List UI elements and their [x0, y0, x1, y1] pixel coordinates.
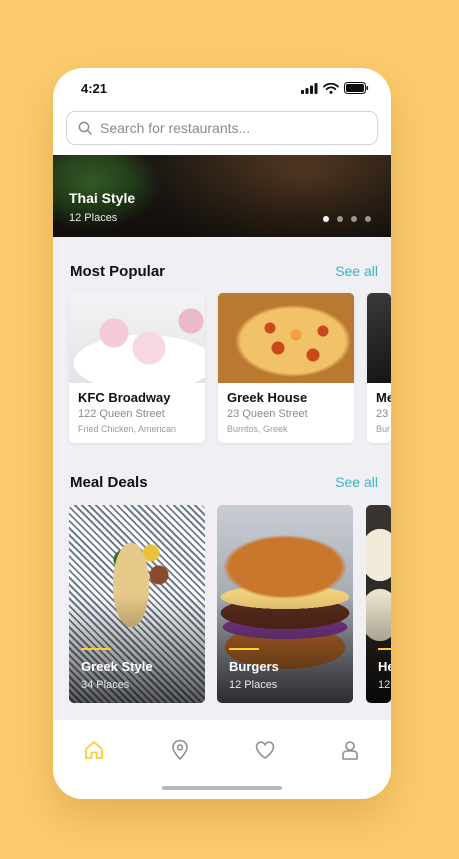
meal-places: 12 Places — [229, 679, 278, 691]
search-bar[interactable]: Search for restaurants... — [66, 111, 378, 145]
home-indicator[interactable] — [162, 786, 282, 790]
status-bar: 4:21 — [53, 68, 391, 108]
section-header-most-popular: Most Popular See all — [70, 263, 378, 280]
restaurant-card[interactable]: Me 23 Bur — [367, 293, 391, 443]
tab-favorites[interactable] — [245, 730, 285, 770]
phone-frame: 4:21 Search for restaurants... Thai Styl… — [53, 68, 391, 799]
restaurant-address: 122 Queen Street — [78, 408, 165, 420]
restaurant-image — [69, 293, 205, 383]
hero-title: Thai Style — [69, 190, 136, 206]
location-pin-icon — [172, 739, 188, 760]
hero-subtitle: 12 Places — [69, 212, 118, 224]
restaurant-name: Greek House — [227, 390, 308, 405]
restaurant-name: Me — [376, 390, 391, 405]
restaurant-address: 23 — [376, 408, 389, 420]
carousel-dot[interactable] — [337, 216, 343, 222]
battery-icon — [344, 82, 369, 94]
restaurant-address: 23 Queen Street — [227, 408, 308, 420]
restaurant-card[interactable]: Greek House 23 Queen Street Burritos, Gr… — [218, 293, 354, 443]
carousel-dots[interactable] — [323, 216, 371, 222]
accent-line — [378, 648, 391, 650]
restaurant-name: KFC Broadway — [78, 390, 171, 405]
carousel-dot[interactable] — [323, 216, 329, 222]
restaurant-tags: Burritos, Greek — [227, 424, 288, 434]
section-title: Most Popular — [70, 263, 166, 280]
meal-name: Greek Style — [81, 659, 153, 674]
restaurant-tags: Bur — [376, 424, 391, 434]
profile-icon — [342, 741, 358, 760]
tab-profile[interactable] — [330, 730, 370, 770]
meal-deal-card[interactable]: Greek Style 34 Places — [69, 505, 205, 703]
hero-carousel[interactable]: Thai Style 12 Places — [53, 155, 391, 237]
scroll-content[interactable]: Thai Style 12 Places Most Popular See al… — [53, 155, 391, 720]
meal-places: 34 Places — [81, 679, 130, 691]
heart-icon — [255, 741, 275, 759]
search-icon — [78, 121, 92, 135]
meal-name: He — [378, 659, 391, 674]
carousel-dot[interactable] — [351, 216, 357, 222]
carousel-dot[interactable] — [365, 216, 371, 222]
signal-icon — [301, 82, 318, 94]
meal-places: 12 — [378, 679, 391, 691]
accent-line — [81, 648, 111, 650]
wifi-icon — [323, 82, 339, 94]
accent-line — [229, 648, 259, 650]
status-icons — [301, 82, 369, 94]
tab-map[interactable] — [160, 730, 200, 770]
tab-home[interactable] — [74, 730, 114, 770]
status-time: 4:21 — [81, 80, 108, 96]
see-all-link[interactable]: See all — [335, 474, 378, 490]
restaurant-image — [367, 293, 391, 383]
home-icon — [85, 741, 103, 759]
meal-deals-row[interactable]: Greek Style 34 Places Burgers 12 Places … — [69, 505, 391, 703]
meal-deal-card[interactable]: He 12 — [366, 505, 391, 703]
see-all-link[interactable]: See all — [335, 263, 378, 279]
search-placeholder: Search for restaurants... — [100, 120, 251, 136]
meal-name: Burgers — [229, 659, 279, 674]
section-title: Meal Deals — [70, 474, 148, 491]
most-popular-row[interactable]: KFC Broadway 122 Queen Street Fried Chic… — [69, 293, 391, 443]
section-header-meal-deals: Meal Deals See all — [70, 474, 378, 491]
restaurant-image — [218, 293, 354, 383]
search-input[interactable]: Search for restaurants... — [66, 111, 378, 145]
restaurant-tags: Fried Chicken, American — [78, 424, 177, 434]
meal-deal-card[interactable]: Burgers 12 Places — [217, 505, 353, 703]
restaurant-card[interactable]: KFC Broadway 122 Queen Street Fried Chic… — [69, 293, 205, 443]
